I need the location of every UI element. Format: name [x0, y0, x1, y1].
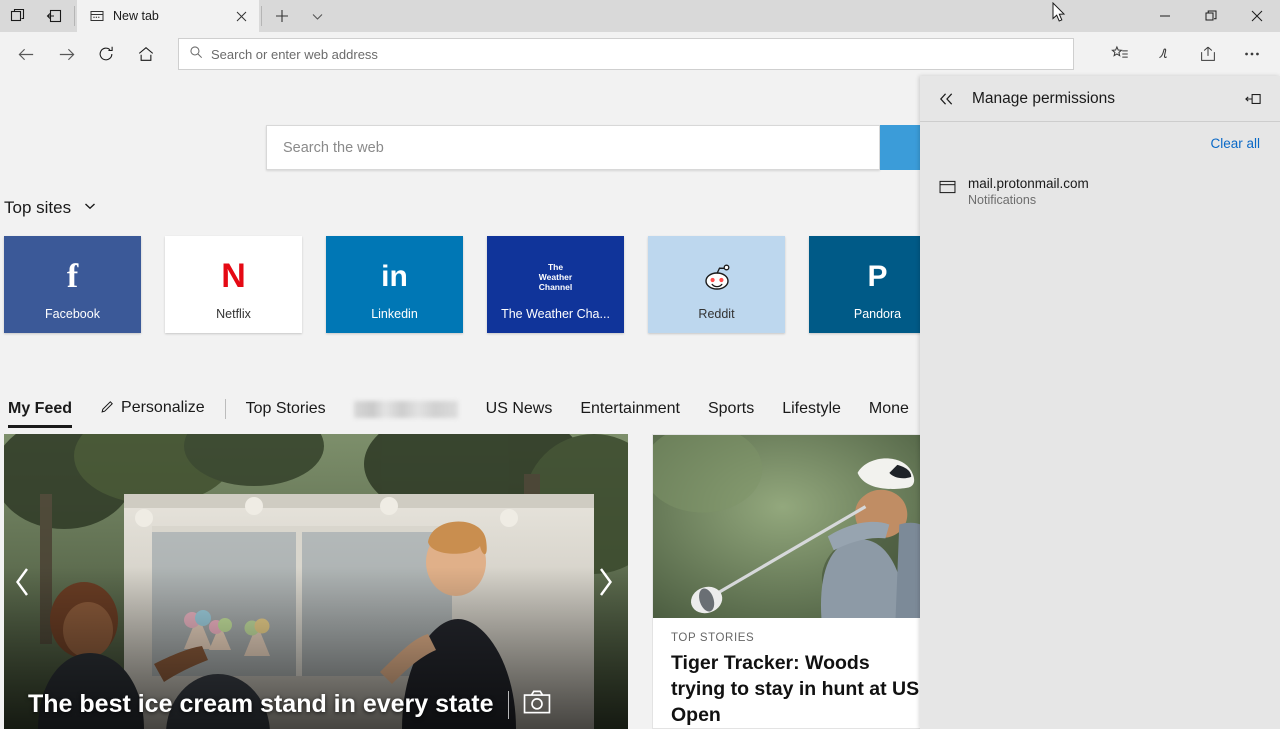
top-sites-tiles: f Facebook N Netflix in Linkedin The Wea… — [4, 236, 946, 333]
tab-money[interactable]: Mone — [855, 400, 923, 418]
chevron-right-icon[interactable] — [588, 557, 622, 607]
browser-tab[interactable]: New tab — [77, 0, 259, 32]
permission-type: Notifications — [968, 193, 1037, 207]
tab-top-stories[interactable]: Top Stories — [232, 400, 340, 418]
hero-caption-text: The best ice cream stand in every state — [28, 690, 494, 718]
panel-title: Manage permissions — [972, 89, 1116, 107]
tile-label: Reddit — [698, 307, 735, 321]
titlebar-divider — [74, 6, 75, 26]
netflix-icon: N — [221, 257, 246, 295]
tile-label: Pandora — [853, 307, 902, 321]
panel-actions: Clear all — [920, 122, 1280, 155]
permissions-list: mail.protonmail.com Notifications — [920, 155, 1280, 213]
toolbar-icons — [1098, 36, 1274, 72]
home-icon[interactable] — [126, 36, 166, 72]
clear-all-link[interactable]: Clear all — [1210, 136, 1260, 151]
tile-label: Linkedin — [371, 307, 418, 321]
site-window-icon — [938, 178, 956, 196]
feed-nav-divider — [224, 399, 226, 419]
linkedin-icon: in — [381, 259, 408, 293]
tab-lifestyle[interactable]: Lifestyle — [768, 400, 855, 418]
feed-cards: The best ice cream stand in every state — [4, 434, 942, 729]
window-controls — [1142, 0, 1280, 32]
tab-entertainment-label: Entertainment — [580, 400, 680, 417]
close-icon[interactable] — [231, 6, 251, 26]
tab-title: New tab — [113, 9, 159, 23]
tab-my-feed-label: My Feed — [8, 400, 73, 417]
tab-sports-label: Sports — [707, 400, 755, 417]
manage-permissions-panel: Manage permissions Clear all mail.proton… — [920, 76, 1280, 729]
top-sites-label: Top sites — [4, 198, 72, 217]
article-card[interactable]: TOP STORIES Tiger Tracker: Woods trying … — [652, 434, 942, 729]
tab-divider — [261, 6, 262, 26]
camera-icon — [523, 690, 551, 719]
tab-personalize[interactable]: Personalize — [86, 399, 219, 419]
web-notes-icon[interactable] — [1142, 36, 1186, 72]
chevron-down-icon[interactable] — [300, 0, 334, 32]
weather-channel-icon: The Weather Channel — [538, 261, 573, 292]
top-site-tile[interactable]: Reddit — [648, 236, 785, 333]
article-kicker: TOP STORIES — [671, 632, 755, 644]
tile-label: Facebook — [45, 307, 100, 321]
permission-row[interactable]: mail.protonmail.com Notifications — [920, 171, 1280, 213]
web-search-box[interactable]: Search the web — [266, 125, 926, 170]
plus-icon[interactable] — [264, 0, 300, 32]
tab-top-stories-label: Top Stories — [245, 400, 326, 417]
title-bar: New tab — [0, 0, 1280, 32]
caption-divider — [507, 690, 509, 719]
tile-label: The Weather Cha... — [501, 307, 610, 321]
maximize-icon[interactable] — [1188, 0, 1234, 32]
chevron-double-left-icon[interactable] — [938, 84, 964, 114]
arrow-right-icon[interactable] — [46, 36, 86, 72]
pencil-icon — [100, 399, 115, 419]
reddit-alien-icon — [648, 236, 785, 307]
tab-redacted[interactable] — [353, 400, 458, 418]
navigation-bar: Search or enter web address — [0, 32, 1280, 76]
search-input[interactable]: Search the web — [266, 125, 880, 170]
article-photo — [653, 435, 941, 618]
hero-article-card[interactable]: The best ice cream stand in every state — [4, 434, 628, 729]
favorites-icon[interactable] — [1098, 36, 1142, 72]
facebook-icon: f — [66, 257, 79, 295]
tile-label: Netflix — [216, 307, 251, 321]
chevron-down-icon[interactable] — [83, 199, 97, 218]
tab-my-feed[interactable]: My Feed — [4, 400, 86, 428]
top-site-tile[interactable]: N Netflix — [165, 236, 302, 333]
top-site-tile[interactable]: in Linkedin — [326, 236, 463, 333]
tab-entertainment[interactable]: Entertainment — [566, 400, 694, 418]
top-site-tile[interactable]: f Facebook — [4, 236, 141, 333]
article-title[interactable]: Tiger Tracker: Woods trying to stay in h… — [671, 650, 923, 728]
tab-sports[interactable]: Sports — [694, 400, 768, 418]
newtab-icon — [89, 8, 105, 24]
tab-lifestyle-label: Lifestyle — [782, 400, 841, 417]
top-sites-header: Top sites — [4, 198, 97, 218]
panel-header: Manage permissions — [920, 76, 1280, 122]
address-bar[interactable]: Search or enter web address — [178, 38, 1074, 70]
search-icon — [189, 45, 203, 64]
tab-money-label: Mone — [868, 400, 909, 417]
top-site-tile[interactable]: The Weather Channel The Weather Cha... — [487, 236, 624, 333]
tab-us-news-label: US News — [485, 400, 553, 417]
chevron-left-icon[interactable] — [6, 557, 40, 607]
hero-caption: The best ice cream stand in every state — [28, 690, 588, 719]
hero-photo — [4, 434, 628, 729]
close-icon[interactable] — [1234, 0, 1280, 32]
tab-personalize-label: Personalize — [121, 399, 205, 416]
more-icon[interactable] — [1230, 36, 1274, 72]
pin-icon[interactable] — [1240, 86, 1266, 112]
refresh-icon[interactable] — [86, 36, 126, 72]
article-body: TOP STORIES Tiger Tracker: Woods trying … — [653, 618, 941, 728]
tab-us-news[interactable]: US News — [472, 400, 567, 418]
address-input-placeholder: Search or enter web address — [211, 46, 378, 62]
minimize-icon[interactable] — [1142, 0, 1188, 32]
arrow-left-icon[interactable] — [6, 36, 46, 72]
tabs-stack-icon[interactable] — [0, 0, 36, 32]
set-aside-tabs-icon[interactable] — [36, 0, 72, 32]
share-icon[interactable] — [1186, 36, 1230, 72]
browser-window: New tab Search or enter web address Sear… — [0, 0, 1280, 729]
permission-host: mail.protonmail.com — [968, 176, 1089, 191]
